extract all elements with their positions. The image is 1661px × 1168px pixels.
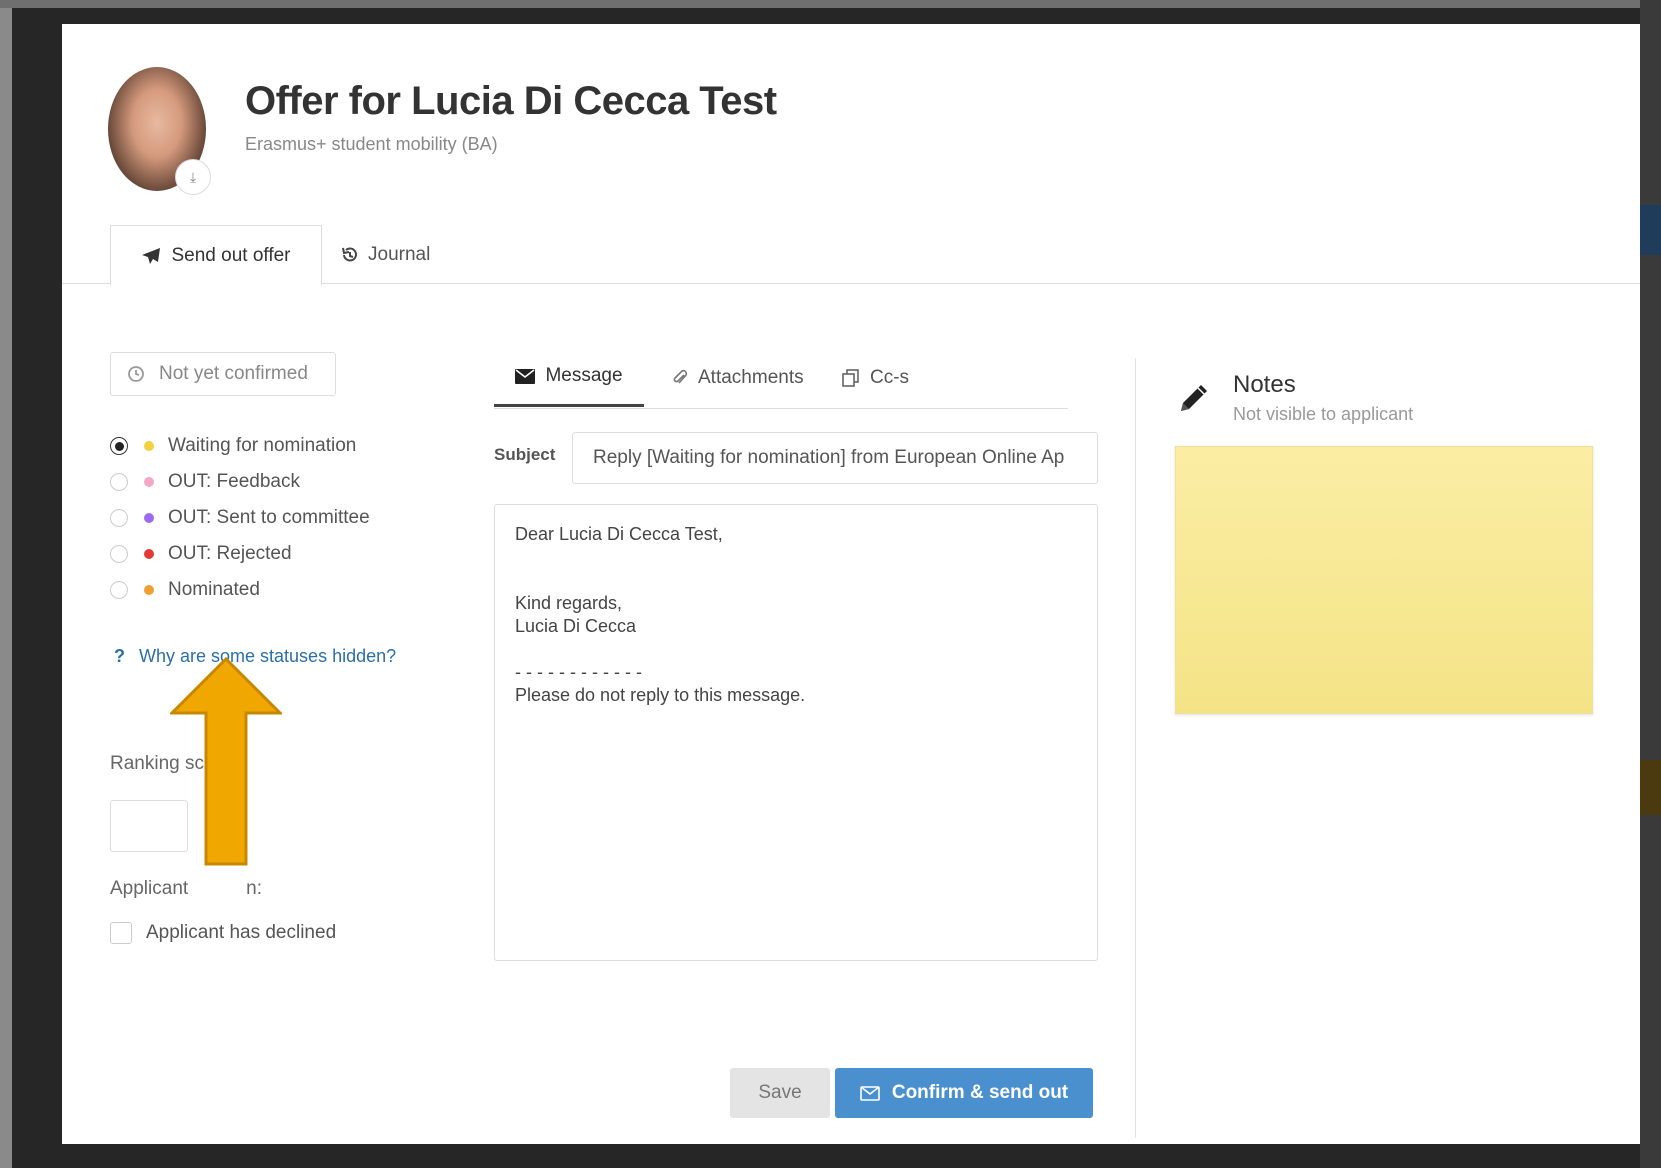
status-color-dot bbox=[144, 549, 154, 559]
status-button-label: Not yet confirmed bbox=[159, 363, 308, 384]
tab-cc[interactable]: Cc-s bbox=[842, 348, 909, 408]
subject-label: Subject bbox=[494, 445, 556, 464]
decision-label-end: n: bbox=[246, 878, 263, 899]
background-page-right bbox=[1640, 0, 1661, 1168]
status-option-nominated[interactable]: Nominated bbox=[110, 572, 370, 608]
annotation-arrow-icon bbox=[170, 657, 282, 866]
status-option-out-rejected[interactable]: OUT: Rejected bbox=[110, 536, 370, 572]
download-icon[interactable]: ⤓ bbox=[175, 159, 211, 195]
applicant-declined-option[interactable]: Applicant has declined bbox=[110, 922, 336, 944]
body-line: Lucia Di Cecca bbox=[515, 616, 637, 636]
status-color-dot bbox=[144, 441, 154, 451]
status-option-label: OUT: Feedback bbox=[168, 471, 300, 492]
page-title: Offer for Lucia Di Cecca Test bbox=[245, 79, 777, 123]
save-button[interactable]: Save bbox=[730, 1068, 830, 1118]
page-subtitle: Erasmus+ student mobility (BA) bbox=[245, 134, 498, 154]
confirm-send-button[interactable]: Confirm & send out bbox=[835, 1068, 1093, 1118]
envelope-icon bbox=[515, 368, 536, 384]
confirmation-status-button[interactable]: Not yet confirmed bbox=[110, 352, 336, 396]
tab-label: Message bbox=[545, 365, 623, 386]
background-button bbox=[1640, 205, 1661, 255]
column-divider bbox=[1135, 358, 1136, 1138]
decision-label-start: Applicant bbox=[110, 878, 189, 899]
envelope-icon bbox=[860, 1085, 880, 1101]
status-option-label: OUT: Sent to committee bbox=[168, 507, 370, 528]
applicant-declined-checkbox[interactable] bbox=[110, 922, 132, 944]
pencil-icon bbox=[1181, 385, 1207, 411]
notes-subtitle: Not visible to applicant bbox=[1233, 404, 1414, 424]
radio-button[interactable] bbox=[110, 581, 128, 599]
status-option-out-sent-to-committee[interactable]: OUT: Sent to committee bbox=[110, 500, 370, 536]
body-line bbox=[515, 569, 1077, 592]
tab-message[interactable]: Message bbox=[494, 348, 644, 407]
history-icon bbox=[342, 247, 357, 261]
message-body-textarea[interactable]: Dear Lucia Di Cecca Test, Kind regards, … bbox=[494, 504, 1098, 961]
paper-plane-icon bbox=[142, 247, 161, 264]
body-line: Please do not reply to this message. bbox=[515, 685, 806, 705]
background-strip bbox=[0, 0, 12, 1168]
tab-send-out-offer[interactable]: Send out offer bbox=[110, 225, 322, 286]
tab-label: Attachments bbox=[698, 367, 804, 388]
status-option-label: Waiting for nomination bbox=[168, 435, 357, 456]
tab-attachments[interactable]: Attachments bbox=[672, 348, 804, 408]
message-tabs: Message Attachments Cc-s bbox=[494, 348, 1068, 409]
send-button-label: Confirm & send out bbox=[891, 1082, 1069, 1103]
radio-button[interactable] bbox=[110, 437, 128, 455]
notes-textarea[interactable] bbox=[1175, 446, 1593, 714]
status-color-dot bbox=[144, 513, 154, 523]
status-color-dot bbox=[144, 477, 154, 487]
status-option-waiting-for-nomination[interactable]: Waiting for nomination bbox=[110, 428, 370, 464]
body-line: Dear Lucia Di Cecca Test, bbox=[515, 524, 723, 544]
body-line bbox=[515, 546, 1077, 569]
body-line: Kind regards, bbox=[515, 593, 623, 613]
status-option-out-feedback[interactable]: OUT: Feedback bbox=[110, 464, 370, 500]
tab-label: Journal bbox=[368, 243, 431, 265]
checkbox-label: Applicant has declined bbox=[146, 922, 337, 943]
body-line: - - - - - - - - - - - - bbox=[515, 662, 642, 682]
radio-button[interactable] bbox=[110, 473, 128, 491]
background-topbar bbox=[0, 0, 1661, 8]
applicant-decision-label: Applicant n: bbox=[110, 878, 262, 900]
tab-label: Send out offer bbox=[171, 244, 291, 266]
body-line bbox=[515, 638, 1077, 661]
notes-title: Notes bbox=[1233, 371, 1296, 398]
background-row-highlight bbox=[1640, 760, 1661, 815]
status-radio-list: Waiting for nomination OUT: Feedback OUT… bbox=[110, 428, 370, 608]
copy-icon bbox=[842, 369, 859, 387]
tab-label: Cc-s bbox=[870, 367, 910, 388]
radio-button[interactable] bbox=[110, 509, 128, 527]
paperclip-icon bbox=[673, 369, 688, 384]
radio-button[interactable] bbox=[110, 545, 128, 563]
tab-journal[interactable]: Journal bbox=[340, 225, 430, 284]
question-icon: ? bbox=[114, 646, 125, 666]
clock-icon bbox=[128, 366, 144, 382]
status-color-dot bbox=[144, 585, 154, 595]
offer-modal: ⤓ Offer for Lucia Di Cecca Test Erasmus+… bbox=[62, 24, 1640, 1144]
status-option-label: Nominated bbox=[168, 579, 260, 600]
subject-input[interactable]: Reply [Waiting for nomination] from Euro… bbox=[572, 432, 1098, 484]
status-option-label: OUT: Rejected bbox=[168, 543, 292, 564]
